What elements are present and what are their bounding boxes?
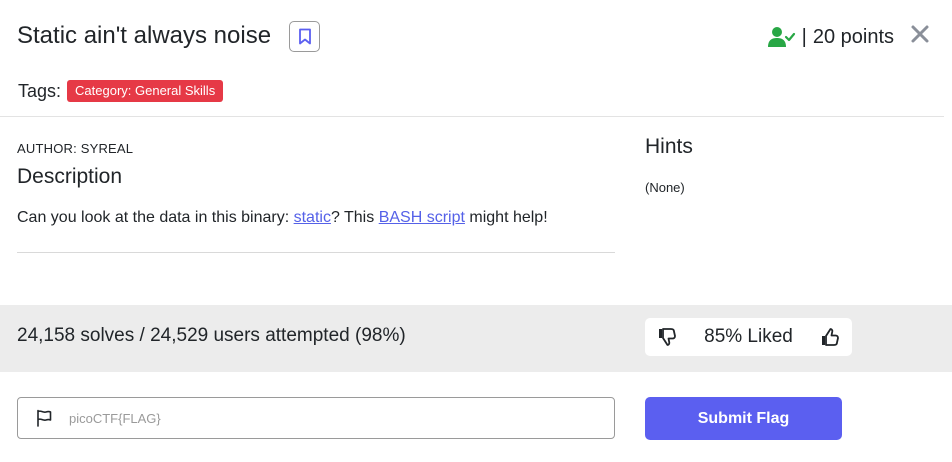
close-icon — [911, 25, 929, 43]
description-heading: Description — [17, 165, 123, 188]
flag-icon — [35, 409, 53, 427]
static-binary-link[interactable]: static — [294, 209, 331, 226]
bookmark-icon — [298, 28, 311, 45]
points-value: 20 points — [812, 25, 894, 48]
like-button[interactable] — [820, 327, 840, 347]
points-separator: | — [801, 25, 807, 48]
user-check-icon — [767, 27, 795, 47]
description-divider — [17, 252, 615, 253]
liked-percentage: 85% Liked — [704, 326, 793, 347]
bash-script-link[interactable]: BASH script — [379, 209, 465, 226]
flag-input-container — [17, 397, 615, 439]
header-divider — [0, 116, 944, 117]
category-badge[interactable]: Category: General Skills — [67, 80, 224, 102]
thumbs-down-icon — [659, 328, 676, 346]
hints-heading: Hints — [645, 135, 693, 158]
submit-flag-button[interactable]: Submit Flag — [645, 397, 842, 440]
description-text-after: might help! — [464, 209, 548, 226]
description-text: Can you look at the data in this binary:… — [17, 209, 548, 227]
hints-text: (None) — [645, 180, 685, 195]
points-display: | 20 points — [767, 22, 894, 52]
thumbs-up-icon — [821, 328, 839, 346]
solves-count: 24,158 solves / 24,529 users attempted (… — [17, 325, 406, 346]
flag-input[interactable] — [67, 409, 591, 427]
author-label: AUTHOR: SYREAL — [17, 141, 134, 156]
bookmark-button[interactable] — [289, 21, 320, 52]
close-button[interactable] — [910, 24, 930, 44]
tags-label: Tags: — [18, 80, 62, 101]
description-text-before: Can you look at the data in this binary: — [17, 209, 294, 226]
dislike-button[interactable] — [657, 327, 677, 347]
challenge-title: Static ain't always noise — [17, 22, 272, 49]
like-box: 85% Liked — [645, 318, 852, 356]
description-text-middle: ? This — [330, 209, 379, 226]
tags-row: Tags: Category: General Skills — [18, 80, 224, 102]
